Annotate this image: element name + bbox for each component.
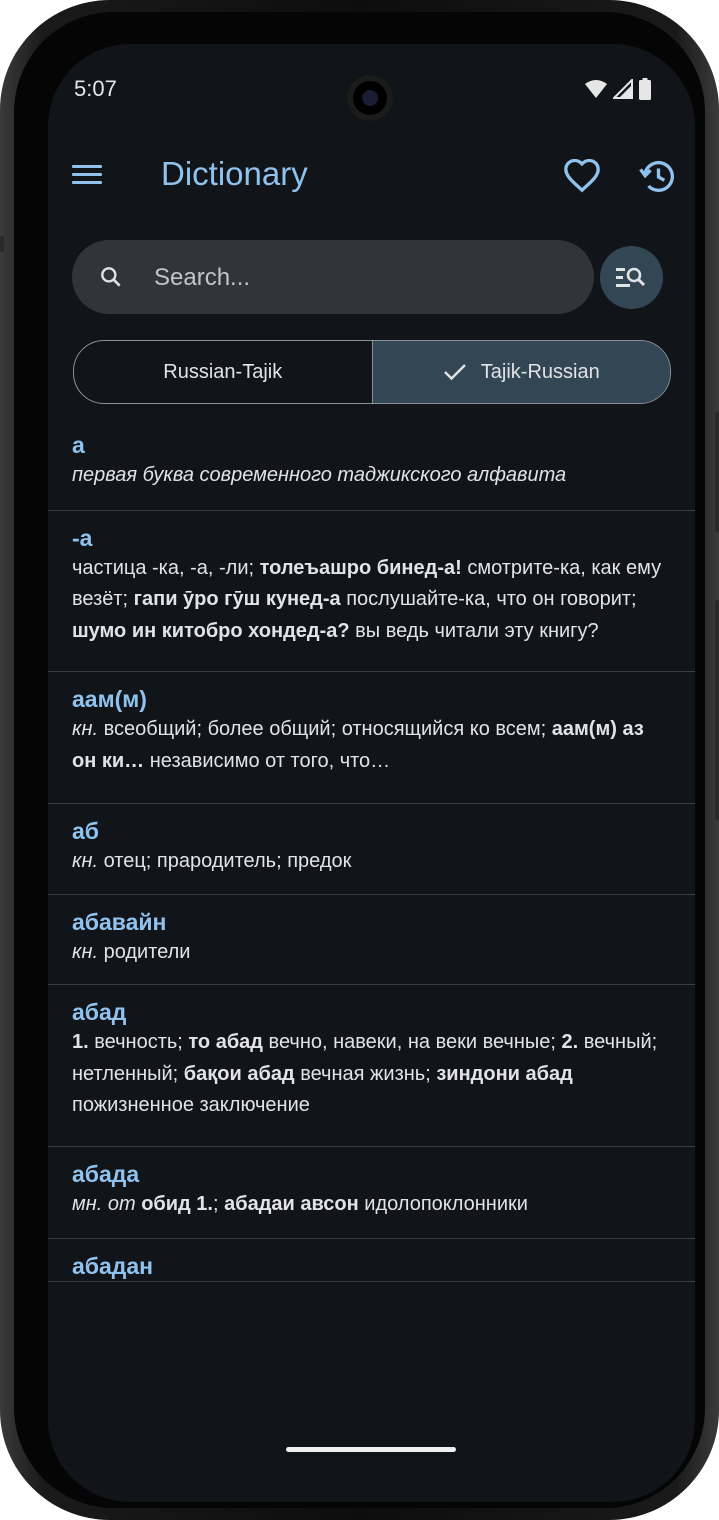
front-camera [347,75,393,121]
app-bar: Dictionary [48,140,695,212]
check-icon [443,364,466,381]
entry-definition: кн. всеобщий; более общий; относящийся к… [72,718,644,772]
entry-headword: -а [72,524,93,551]
entry-headword: аам(м) [72,686,147,712]
entry-definition: частица -ка, -а, -ли; толеъашро бинед-а!… [72,556,662,642]
entry-definition: первая буква современного таджикского ал… [72,464,567,486]
segment-label: Russian-Tajik [163,360,283,383]
entry-headword: абадан [72,1253,154,1279]
power-button [715,600,719,820]
phone-frame: 5:07 Dictionary Search... Russian-Tajik … [0,0,719,1520]
search-input[interactable] [152,258,556,298]
signal-icon [613,79,633,99]
entry-headword: абавайн [72,908,167,935]
favorites-button[interactable] [562,156,602,196]
status-bar: 5:07 [48,44,695,134]
entry-headword: а [72,432,85,458]
dictionary-entry[interactable]: аб кн. отец; прародитель; предок [48,804,695,895]
segment-label: Tajik-Russian [480,360,600,383]
advanced-search-button[interactable] [600,246,663,309]
frame-notch [0,236,4,252]
dictionary-entry[interactable]: абадан [48,1239,695,1282]
status-time: 5:07 [74,76,117,101]
bezel: 5:07 Dictionary Search... Russian-Tajik … [14,12,705,1508]
dictionary-entry[interactable]: абад 1. вечность; то абад вечно, навеки, … [48,985,695,1147]
menu-button[interactable] [70,160,106,192]
entry-headword: абад [72,999,127,1025]
entry-headword: абада [72,1160,140,1187]
battery-icon [639,78,651,100]
history-icon [639,160,674,192]
search-icon [101,267,121,287]
dictionary-entry[interactable]: а первая буква современного таджикского а… [48,418,695,511]
dictionary-entry[interactable]: аам(м) кн. всеобщий; более общий; относящ… [48,672,695,804]
history-button[interactable] [638,156,678,196]
dictionary-entry[interactable]: абада мн. от обид 1.; абадаи авсон идолоп… [48,1147,695,1239]
entry-definition: кн. родители [72,940,191,963]
segment-tajik-russian[interactable]: Tajik-Russian [371,341,670,403]
search-list-icon [616,267,646,287]
wifi-icon [585,80,607,98]
entry-definition: 1. вечность; то абад вечно, навеки, на в… [72,1031,658,1116]
segment-russian-tajik[interactable]: Russian-Tajik [74,341,372,403]
page-title: Dictionary [161,155,308,192]
language-direction-toggle: Russian-Tajik Tajik-Russian [73,340,671,404]
entry-definition: кн. отец; прародитель; предок [72,850,352,872]
volume-button [715,412,719,532]
dictionary-entry[interactable]: -а частица -ка, -а, -ли; толеъашро бинед-… [48,511,695,672]
search-bar[interactable] [72,240,594,314]
entry-list: а первая буква современного таджикского а… [48,418,695,1282]
heart-icon [564,158,600,193]
menu-icon [72,165,102,168]
dictionary-entry[interactable]: абавайн кн. родители [48,895,695,985]
status-icons [585,78,651,100]
entry-definition: мн. от обид 1.; абадаи авсон идолопоклон… [72,1192,528,1215]
entry-headword: аб [72,818,99,844]
home-indicator[interactable] [286,1447,456,1452]
screen: 5:07 Dictionary Search... Russian-Tajik … [48,44,695,1502]
